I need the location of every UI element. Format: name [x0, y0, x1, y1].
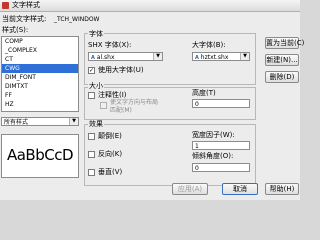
annotative-checkbox[interactable] — [88, 92, 95, 99]
shx-font-icon: A — [91, 55, 95, 61]
style-filter-combo[interactable]: 所有样式 ▼ — [1, 117, 79, 126]
height-value: 0 — [195, 101, 199, 108]
delete-button[interactable]: 删除(D) — [265, 71, 299, 83]
bigfont-label: 大字体(B): — [192, 41, 226, 49]
style-list-item[interactable]: DIMTXT — [2, 82, 78, 91]
shx-font-combo[interactable]: A al.shx ▼ — [88, 52, 163, 61]
style-list-item[interactable]: HZ — [2, 100, 78, 109]
checkmark-icon: ✓ — [89, 67, 95, 74]
effects-group-label: 效果 — [88, 120, 104, 129]
height-input[interactable]: 0 — [192, 99, 250, 108]
oblique-value: 0 — [195, 165, 199, 172]
width-factor-input[interactable]: 1 — [192, 141, 250, 150]
current-style-label: 当前文字样式: — [2, 15, 47, 23]
apply-button[interactable]: 应用(A) — [172, 183, 208, 195]
upside-down-label: 颠倒(E) — [98, 132, 122, 140]
bigfont-value: hztxt.shx — [200, 54, 229, 61]
vertical-checkbox[interactable] — [88, 169, 95, 176]
style-list-item[interactable]: DIM_FONT — [2, 73, 78, 82]
shx-font-value: al.shx — [96, 54, 115, 61]
chevron-down-icon: ▼ — [69, 118, 78, 125]
chevron-down-icon: ▼ — [153, 53, 162, 60]
style-list-item[interactable]: _COMPLEX — [2, 46, 78, 55]
style-list-item[interactable]: CT — [2, 55, 78, 64]
style-list-item[interactable]: CWG — [2, 64, 78, 73]
match-orientation-checkbox[interactable] — [100, 102, 107, 109]
use-bigfont-checkbox[interactable]: ✓ — [88, 67, 95, 74]
font-group-label: 字体 — [88, 30, 104, 39]
oblique-input[interactable]: 0 — [192, 163, 250, 172]
backwards-label: 反向(K) — [98, 150, 123, 158]
width-factor-label: 宽度因子(W): — [192, 131, 235, 139]
title-bar: 文字样式 — [0, 0, 300, 12]
app-icon — [2, 2, 9, 9]
match-orientation-label-2: 匹配(M) — [110, 107, 132, 114]
bigfont-icon: A — [195, 55, 199, 61]
size-group-label: 大小 — [88, 82, 104, 91]
shx-font-label: SHX 字体(X): — [88, 41, 132, 49]
new-button[interactable]: 新建(N)... — [265, 54, 299, 66]
style-list-item[interactable]: COMP — [2, 37, 78, 46]
window-title: 文字样式 — [12, 1, 40, 9]
help-button[interactable]: 帮助(H) — [265, 183, 299, 195]
backwards-checkbox[interactable] — [88, 151, 95, 158]
style-list-item[interactable]: FF — [2, 91, 78, 100]
set-current-button[interactable]: 置为当前(C) — [265, 37, 304, 49]
bigfont-combo[interactable]: A hztxt.shx ▼ — [192, 52, 250, 61]
cancel-button[interactable]: 取消 — [222, 183, 258, 195]
height-label: 高度(T) — [192, 89, 216, 97]
use-bigfont-label: 使用大字体(U) — [98, 66, 144, 74]
width-factor-value: 1 — [195, 143, 199, 150]
current-style-value: _TCH_WINDOW — [54, 16, 100, 23]
chevron-down-icon: ▼ — [240, 53, 249, 60]
styles-list[interactable]: COMP _COMPLEX CT CWG DIM_FONT DIMTXT FF HZ — [1, 36, 79, 112]
oblique-label: 倾斜角度(O): — [192, 152, 234, 160]
preview-text: AaBbCcD — [6, 146, 74, 164]
vertical-label: 垂直(V) — [98, 168, 123, 176]
style-filter-value: 所有样式 — [4, 119, 29, 126]
upside-down-checkbox[interactable] — [88, 133, 95, 140]
styles-label: 样式(S): — [2, 26, 29, 34]
preview-box: AaBbCcD — [1, 134, 79, 178]
